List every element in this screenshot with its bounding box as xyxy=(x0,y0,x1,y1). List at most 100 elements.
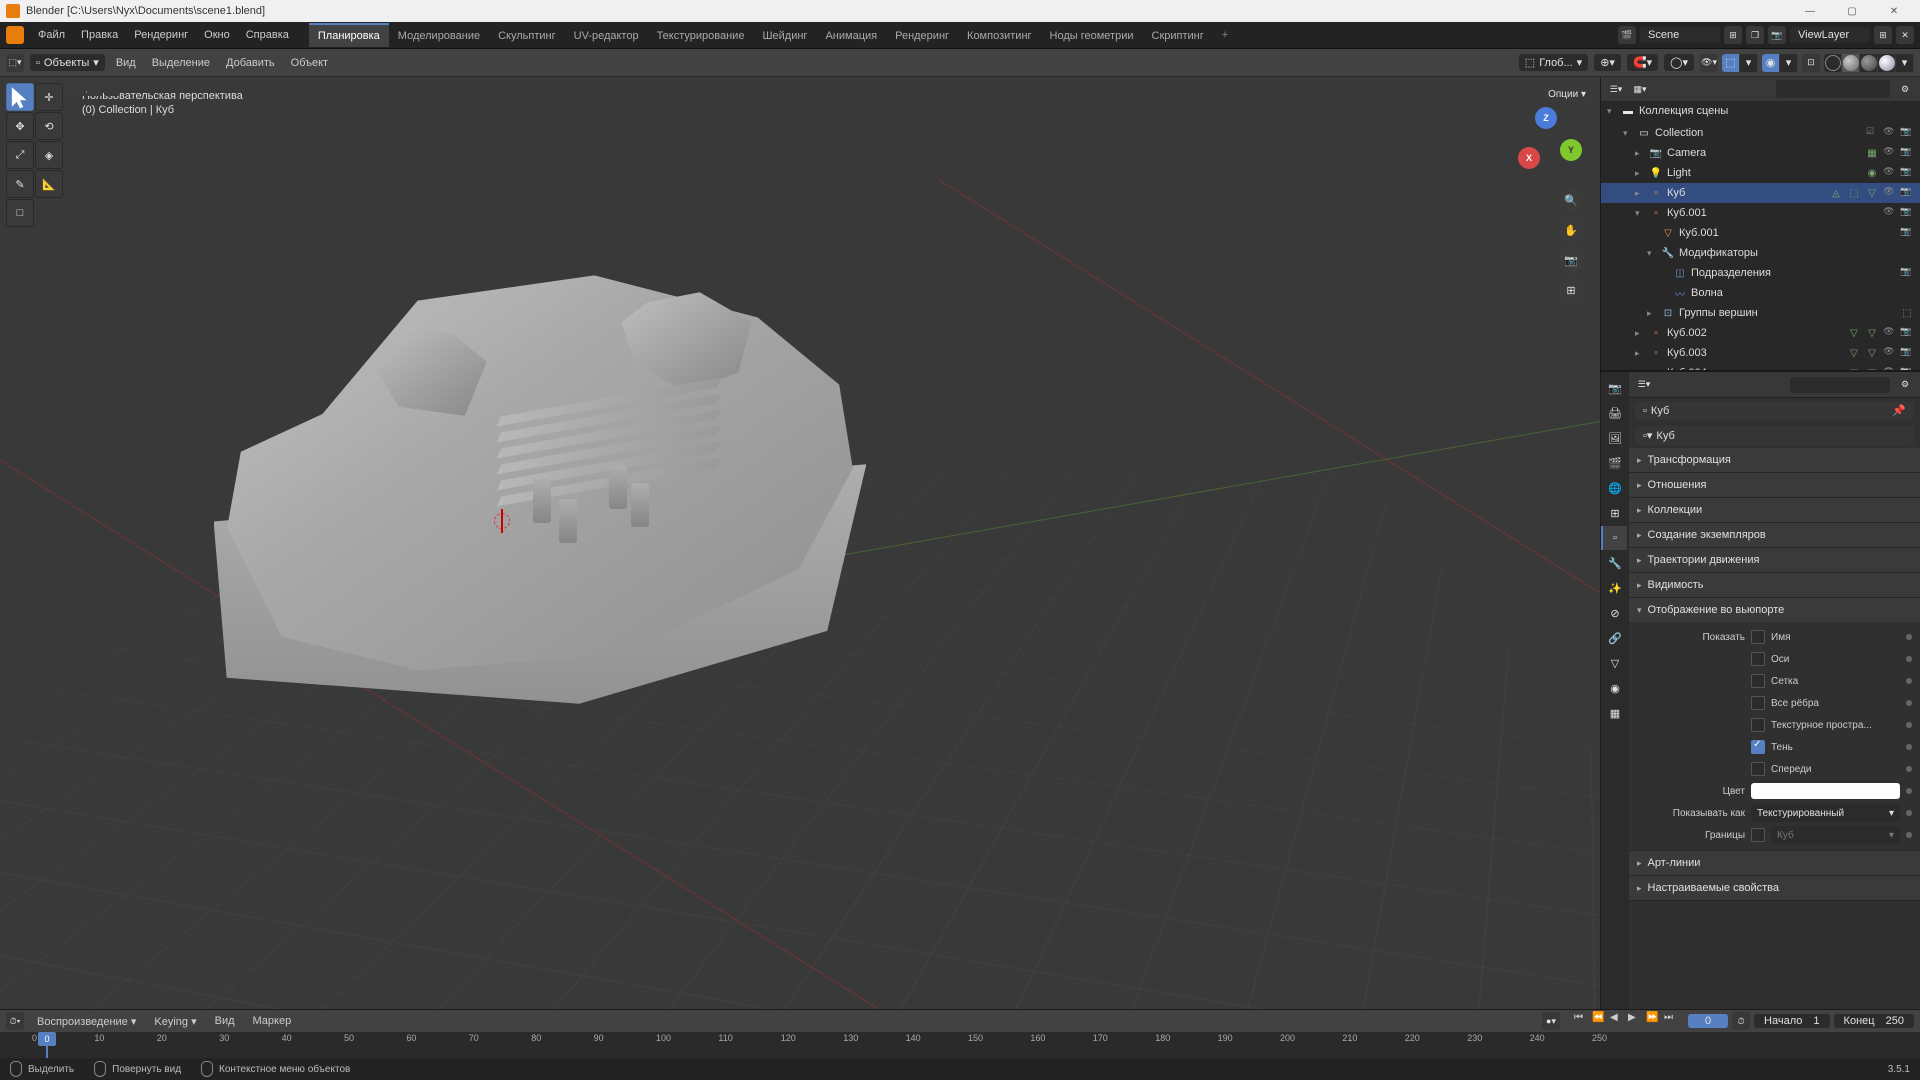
color-input[interactable] xyxy=(1751,783,1900,799)
tab-texture[interactable]: ▦ xyxy=(1601,701,1627,725)
jump-next-key-icon[interactable]: ⏩ xyxy=(1646,1012,1662,1028)
menu-Справка[interactable]: Справка xyxy=(238,26,297,44)
anim-dot-icon[interactable] xyxy=(1906,722,1912,728)
render-toggle[interactable]: 📷 xyxy=(1900,366,1914,370)
panel-header[interactable]: ▸Видимость xyxy=(1629,573,1920,597)
close-button[interactable]: ✕ xyxy=(1874,2,1914,20)
sel-mode-3[interactable] xyxy=(70,80,86,96)
panel-header[interactable]: ▸Создание экземпляров xyxy=(1629,523,1920,547)
expand-icon[interactable]: ▸ xyxy=(1647,308,1657,319)
workspace-tab-8[interactable]: Композитинг xyxy=(958,23,1041,47)
checkbox-Текстурное простра...[interactable] xyxy=(1751,718,1765,732)
workspace-tab-0[interactable]: Планировка xyxy=(309,23,389,47)
jump-prev-key-icon[interactable]: ⏪ xyxy=(1592,1012,1608,1028)
tab-constraints[interactable]: 🔗 xyxy=(1601,626,1627,650)
workspace-tab-2[interactable]: Скульптинг xyxy=(489,23,565,47)
start-frame-field[interactable]: Начало 1 xyxy=(1754,1014,1830,1028)
expand-icon[interactable]: ▸ xyxy=(1635,328,1645,339)
end-frame-field[interactable]: Конец 250 xyxy=(1834,1014,1914,1028)
gizmo-x-axis[interactable]: X xyxy=(1518,147,1540,169)
current-frame-field[interactable]: 0 xyxy=(1688,1014,1728,1028)
expand-icon[interactable]: ▸ xyxy=(1635,348,1645,359)
anim-dot-icon[interactable] xyxy=(1906,744,1912,750)
outliner-row[interactable]: ▾▫Куб.001👁📷 xyxy=(1601,203,1920,223)
tab-particles[interactable]: ✨ xyxy=(1601,576,1627,600)
maximize-button[interactable]: ▢ xyxy=(1832,2,1872,20)
outliner-row[interactable]: ▸💡Light◉👁📷 xyxy=(1601,163,1920,183)
menu-Рендеринг[interactable]: Рендеринг xyxy=(126,26,196,44)
tab-physics[interactable]: ⊘ xyxy=(1601,601,1627,625)
workspace-tab-4[interactable]: Текстурирование xyxy=(648,23,754,47)
gizmo-z-axis[interactable]: Z xyxy=(1535,107,1557,129)
outliner-filter-icon[interactable]: ⚙ xyxy=(1896,80,1914,98)
viewport-3d[interactable]: ✛ ✥ ⟲ ⤢ ◈ ✎ 📐 □ Пользовательская перспек… xyxy=(0,77,1600,1009)
checkbox-Сетка[interactable] xyxy=(1751,674,1765,688)
cursor-tool[interactable]: ✛ xyxy=(35,83,63,111)
outliner-row[interactable]: ▸▫Куб.002▽▽👁📷 xyxy=(1601,323,1920,343)
gizmo-y-axis[interactable]: Y xyxy=(1560,139,1582,161)
render-toggle[interactable]: 📷 xyxy=(1900,266,1914,280)
render-toggle[interactable]: 📷 xyxy=(1900,166,1914,180)
panel-header[interactable]: ▸Траектории движения xyxy=(1629,548,1920,572)
shading-wireframe[interactable] xyxy=(1824,54,1842,72)
pin-icon[interactable]: 📌 xyxy=(1892,404,1906,417)
props-breadcrumb-2[interactable]: ▫▾ Куб xyxy=(1635,426,1914,445)
sel-mode-4[interactable] xyxy=(87,80,103,96)
pivot-selector[interactable]: ⊕▾ xyxy=(1594,54,1621,71)
expand-icon[interactable]: ▾ xyxy=(1607,106,1617,117)
scene-icon[interactable]: 🎬 xyxy=(1618,26,1636,44)
outliner-row[interactable]: ▸▫Куб◬⬚▽👁📷 xyxy=(1601,183,1920,203)
menu-Файл[interactable]: Файл xyxy=(30,26,73,44)
anim-dot-icon[interactable] xyxy=(1906,766,1912,772)
display-as-select[interactable]: Текстурированный▾ xyxy=(1751,804,1900,822)
editor-type-icon[interactable]: ⬚▾ xyxy=(6,54,24,72)
panel-header[interactable]: ▸Трансформация xyxy=(1629,448,1920,472)
pan-icon[interactable]: ✋ xyxy=(1558,217,1584,243)
outliner-row[interactable]: ▸📷Camera▦👁📷 xyxy=(1601,143,1920,163)
menu-Правка[interactable]: Правка xyxy=(73,26,126,44)
scene-selector[interactable]: Scene xyxy=(1640,27,1720,43)
add-workspace-button[interactable]: + xyxy=(1215,25,1235,45)
panel-header[interactable]: ▸Коллекции xyxy=(1629,498,1920,522)
play-icon[interactable]: ▶ xyxy=(1628,1012,1644,1028)
menu-Окно[interactable]: Окно xyxy=(196,26,238,44)
anim-dot-icon[interactable] xyxy=(1906,810,1912,816)
viewlayer-selector[interactable]: ViewLayer xyxy=(1790,27,1870,43)
visibility-toggle[interactable]: 👁 xyxy=(1883,326,1897,340)
perspective-toggle-icon[interactable]: ⊞ xyxy=(1558,277,1584,303)
keying-menu[interactable]: Keying ▾ xyxy=(149,1013,201,1030)
zoom-icon[interactable]: 🔍 xyxy=(1558,187,1584,213)
checkbox-Тень[interactable] xyxy=(1751,740,1765,754)
render-toggle[interactable]: 📷 xyxy=(1900,186,1914,200)
workspace-tab-3[interactable]: UV-редактор xyxy=(565,23,648,47)
jump-end-icon[interactable]: ⏭ xyxy=(1664,1012,1680,1028)
marker-menu[interactable]: Маркер xyxy=(248,1013,297,1029)
transform-tool[interactable]: ◈ xyxy=(35,141,63,169)
tab-scene[interactable]: 🎬 xyxy=(1601,451,1627,475)
workspace-tab-1[interactable]: Моделирование xyxy=(389,23,489,47)
visibility-toggle[interactable]: 👁 xyxy=(1883,146,1897,160)
tab-modifiers[interactable]: 🔧 xyxy=(1601,551,1627,575)
props-search[interactable] xyxy=(1790,377,1890,393)
props-type-icon[interactable]: ☰▾ xyxy=(1635,376,1653,394)
anim-dot-icon[interactable] xyxy=(1906,788,1912,794)
render-toggle[interactable]: 📷 xyxy=(1900,146,1914,160)
visibility-toggle[interactable]: 👁 xyxy=(1883,206,1897,220)
tab-object[interactable]: ▫ xyxy=(1601,526,1627,550)
render-toggle[interactable]: 📷 xyxy=(1900,206,1914,220)
select-tool[interactable] xyxy=(6,83,34,111)
props-options-icon[interactable]: ⚙ xyxy=(1896,376,1914,394)
expand-icon[interactable]: ▾ xyxy=(1647,248,1657,259)
orientation-selector[interactable]: ⬚ Глоб... ▾ xyxy=(1519,54,1588,71)
bounds-checkbox[interactable] xyxy=(1751,828,1765,842)
visibility-toggle[interactable]: 👁 xyxy=(1883,186,1897,200)
timeline-ruler[interactable]: 0 01020304050607080901001101201301401501… xyxy=(0,1032,1920,1058)
camera-view-icon[interactable]: 📷 xyxy=(1558,247,1584,273)
expand-icon[interactable]: ▸ xyxy=(1635,168,1645,179)
anim-dot-icon[interactable] xyxy=(1906,700,1912,706)
visibility-toggle[interactable]: 👁 xyxy=(1883,346,1897,360)
jump-start-icon[interactable]: ⏮ xyxy=(1574,1012,1590,1028)
outliner-row[interactable]: ▸▫Куб.004▽▽👁📷 xyxy=(1601,363,1920,370)
workspace-tab-5[interactable]: Шейдинг xyxy=(753,23,816,47)
overlay-dropdown[interactable]: ▾ xyxy=(1780,54,1798,72)
